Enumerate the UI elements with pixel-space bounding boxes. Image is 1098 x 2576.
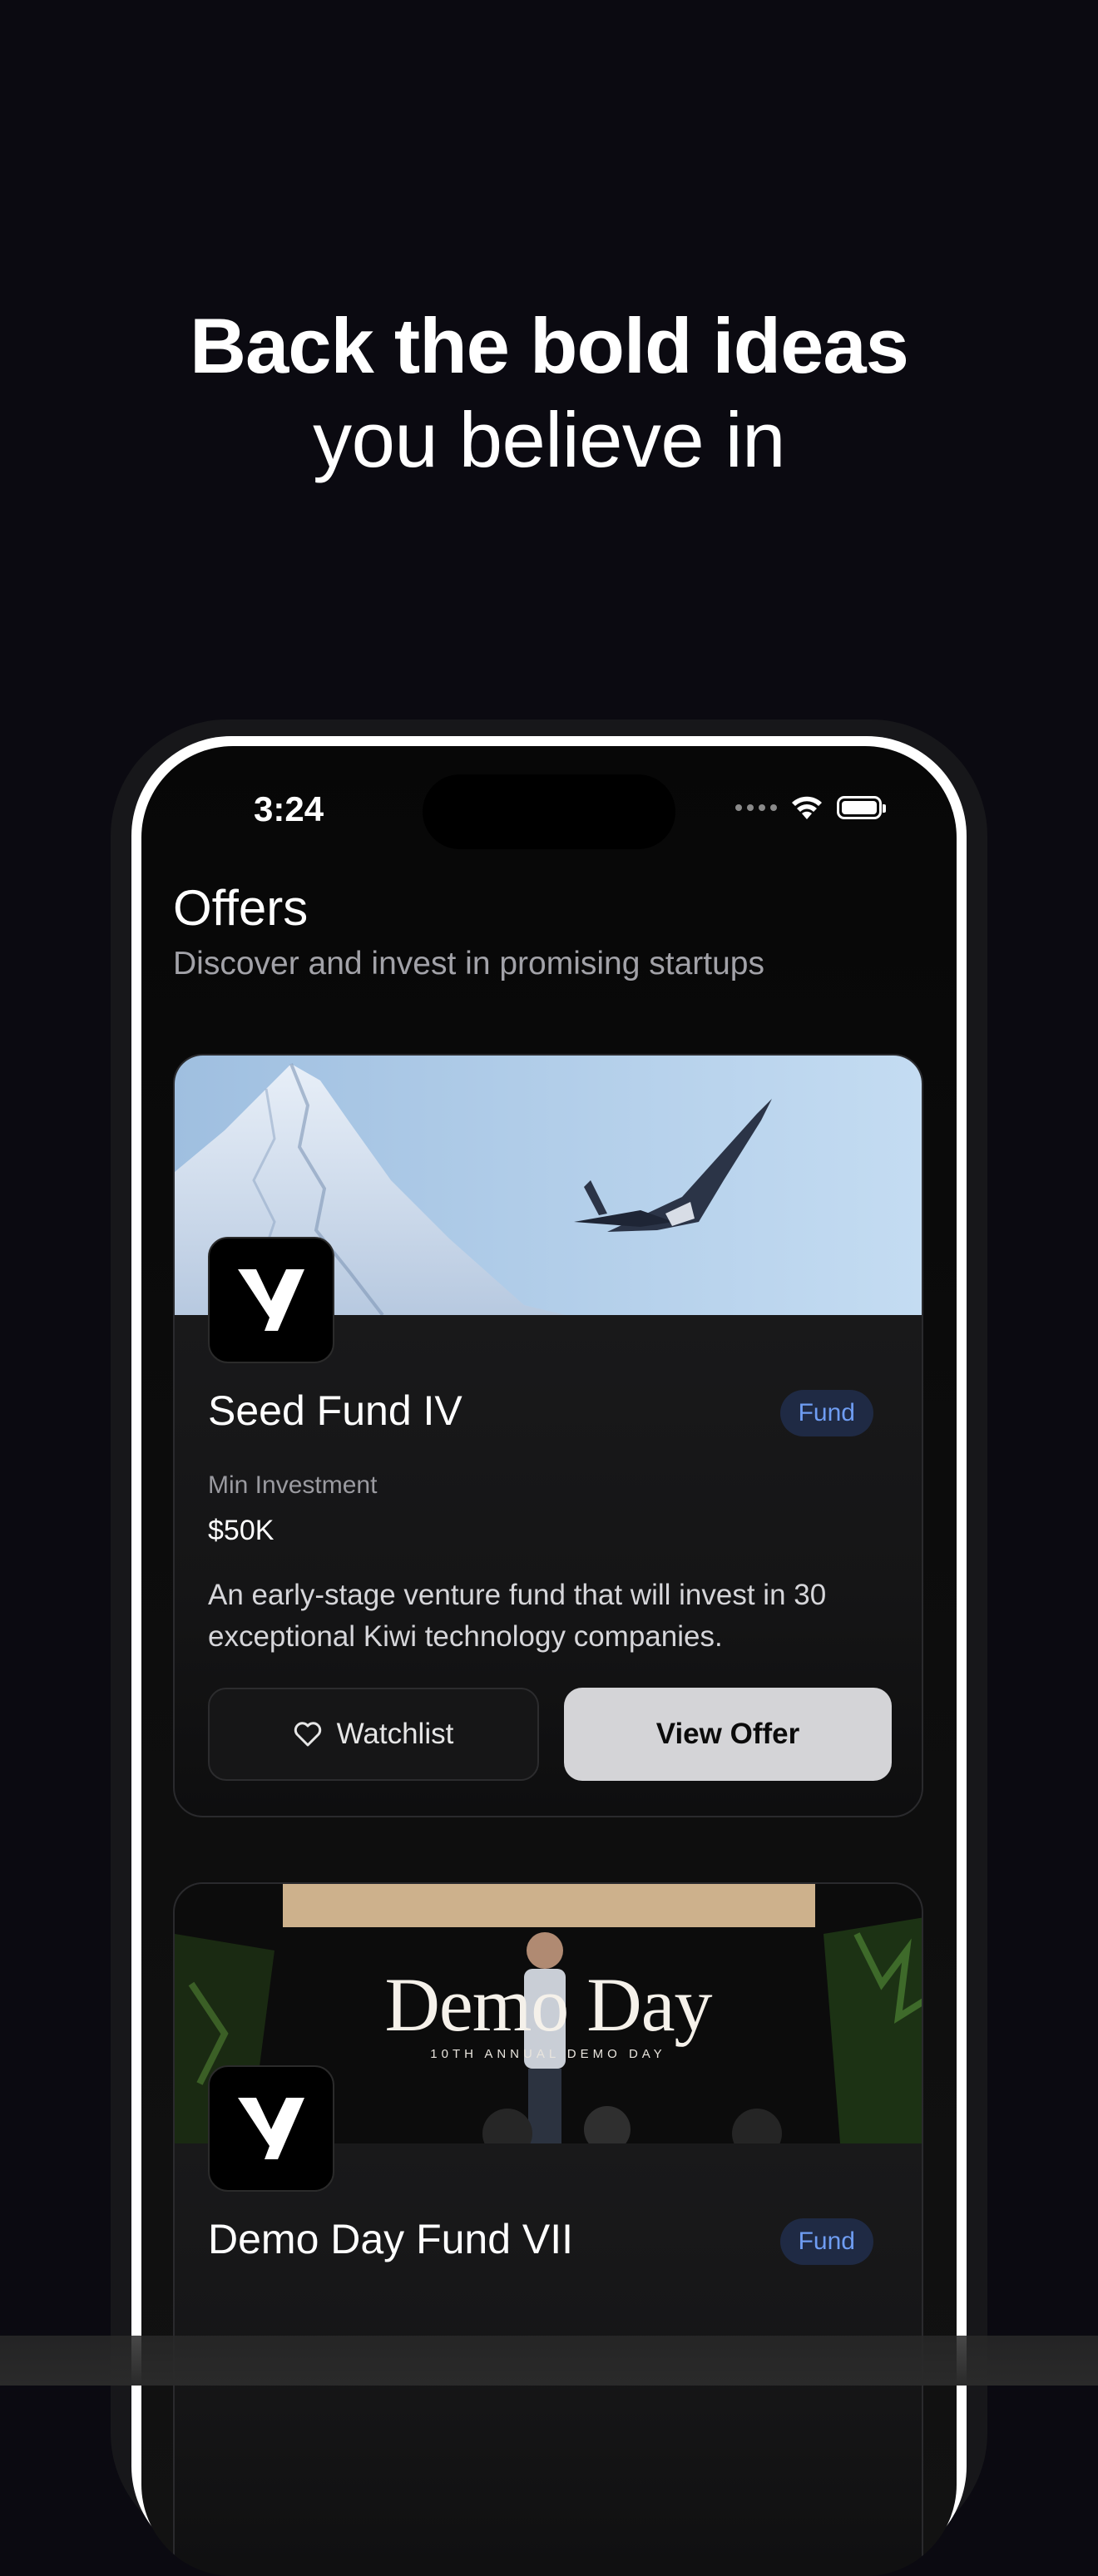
headline-line-1: Back the bold ideas: [190, 302, 909, 389]
offer-description: An early-stage venture fund that will in…: [208, 1579, 827, 1653]
offer-type-badge: Fund: [779, 1390, 873, 1436]
status-time: 3:24: [254, 789, 324, 828]
offer-title: Demo Day Fund VII: [208, 2216, 574, 2262]
status-icons: [735, 794, 886, 821]
min-investment-value: $50K: [208, 1515, 274, 1546]
battery-icon: [837, 796, 886, 819]
watchlist-label: Watchlist: [336, 1718, 454, 1750]
banner-title: Demo Day: [384, 1962, 712, 2047]
offer-title: Seed Fund IV: [208, 1387, 462, 1434]
offer-card[interactable]: Demo Day 10TH ANNUAL DEMO DAY Demo Day F…: [173, 1882, 923, 2576]
page-subtitle: Discover and invest in promising startup…: [173, 946, 764, 981]
headline-line-2: you believe in: [313, 395, 785, 483]
watchlist-button[interactable]: Watchlist: [208, 1688, 539, 1781]
signal-icon: [735, 804, 777, 811]
offer-type-badge: Fund: [779, 2218, 873, 2265]
company-logo: [208, 2065, 334, 2192]
hero-headline: Back the bold ideas you believe in: [0, 299, 1098, 487]
heart-icon: [294, 1722, 321, 1747]
offer-card[interactable]: Seed Fund IV Fund Min Investment $50K An…: [173, 1054, 923, 1817]
banner-subtitle: 10TH ANNUAL DEMO DAY: [430, 2047, 666, 2061]
min-investment-label: Min Investment: [208, 1471, 378, 1499]
view-offer-button[interactable]: View Offer: [564, 1688, 892, 1781]
dynamic-island: [423, 774, 675, 849]
company-logo: [208, 1237, 334, 1363]
phone-screen: 3:24 Offers Discover and invest in promi…: [141, 746, 957, 2576]
bottom-fade: [0, 2336, 1098, 2386]
page-title: Offers: [173, 880, 309, 936]
wifi-icon: [792, 796, 822, 819]
